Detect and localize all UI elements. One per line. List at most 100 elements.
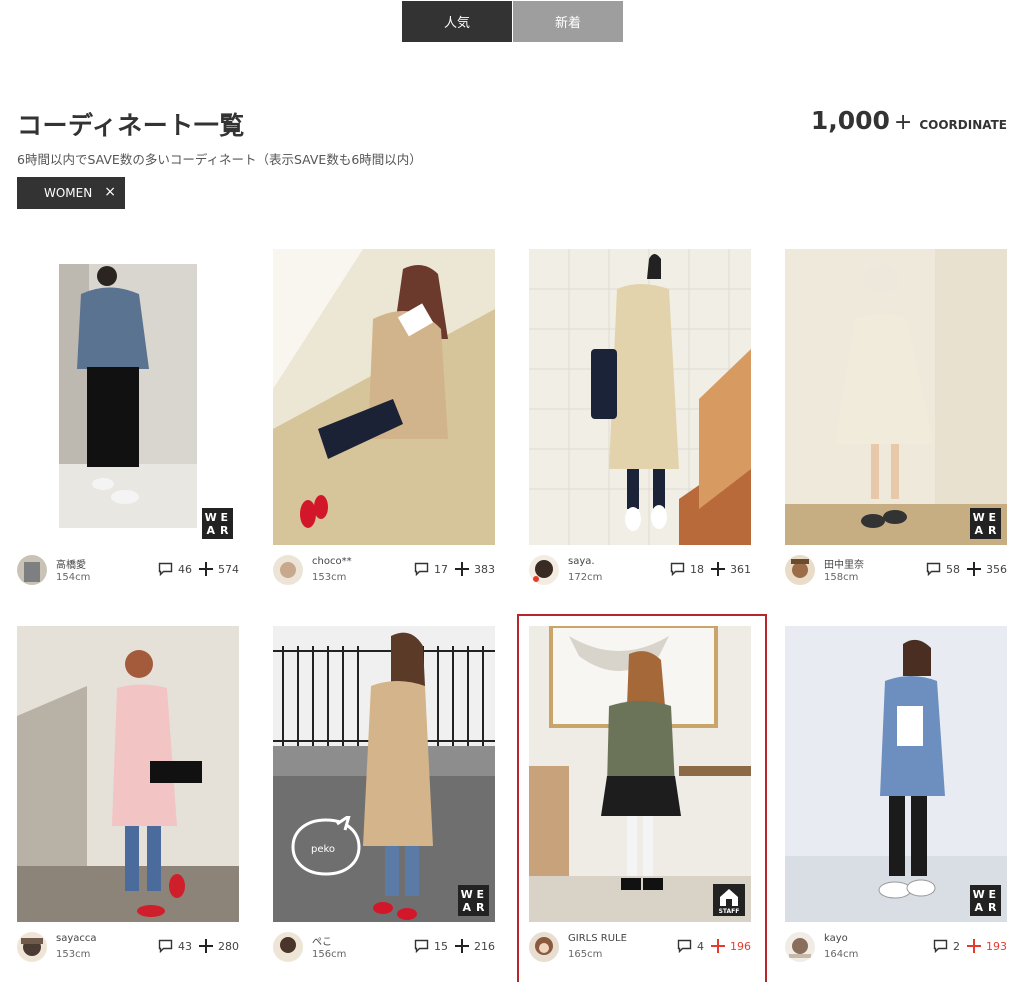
coordinate-card[interactable]: peko WEAR ぺこ 156cm 15 216 bbox=[273, 626, 495, 970]
avatar[interactable] bbox=[17, 932, 47, 962]
save-plus-icon-active[interactable] bbox=[711, 939, 725, 953]
staff-badge: STAFF bbox=[713, 884, 745, 916]
coordinate-card[interactable]: sayacca 153cm 43 280 bbox=[17, 626, 239, 970]
coordinate-photo[interactable]: STAFF bbox=[529, 626, 751, 922]
coordinate-photo[interactable]: WEAR bbox=[785, 626, 1007, 922]
user-height: 154cm bbox=[56, 572, 91, 583]
card-stats: 4 196 bbox=[677, 939, 751, 953]
save-plus-icon[interactable] bbox=[967, 562, 981, 576]
avatar[interactable] bbox=[529, 555, 559, 585]
wear-logo: WEAR bbox=[202, 508, 233, 539]
filter-remove-icon[interactable]: × bbox=[104, 184, 116, 200]
save-count: 383 bbox=[474, 562, 495, 576]
card-meta: saya. 172cm 18 361 bbox=[529, 553, 751, 593]
page-subtitle: 6時間以内でSAVE数の多いコーディネート（表示SAVE数も6時間以内） bbox=[17, 152, 422, 167]
comment-icon[interactable] bbox=[926, 562, 941, 576]
comment-icon[interactable] bbox=[414, 562, 429, 576]
coordinate-photo[interactable] bbox=[529, 249, 751, 545]
wear-logo: WEAR bbox=[970, 508, 1001, 539]
wear-logo: WEAR bbox=[970, 885, 1001, 916]
avatar[interactable] bbox=[785, 555, 815, 585]
comment-count: 46 bbox=[178, 562, 192, 576]
filter-chip-label: WOMEN bbox=[44, 186, 93, 200]
card-stats: 43 280 bbox=[158, 939, 239, 953]
user-height: 153cm bbox=[312, 572, 347, 583]
tab-popular[interactable]: 人気 bbox=[402, 1, 512, 42]
tab-newest[interactable]: 新着 bbox=[513, 1, 623, 42]
user-height: 172cm bbox=[568, 572, 603, 583]
card-stats: 15 216 bbox=[414, 939, 495, 953]
comment-icon[interactable] bbox=[677, 939, 692, 953]
comment-icon[interactable] bbox=[158, 939, 173, 953]
save-plus-icon-active[interactable] bbox=[967, 939, 981, 953]
user-name[interactable]: kayo bbox=[824, 933, 848, 944]
comment-count: 58 bbox=[946, 562, 960, 576]
coordinate-count: 1,000 + COORDINATE bbox=[811, 106, 1007, 135]
sort-tabs: 人気 新着 bbox=[402, 1, 623, 42]
comment-icon[interactable] bbox=[414, 939, 429, 953]
wear-logo: WEAR bbox=[458, 885, 489, 916]
count-value: 1,000 bbox=[810, 106, 890, 135]
comment-count: 2 bbox=[953, 939, 960, 953]
avatar[interactable] bbox=[273, 932, 303, 962]
comment-count: 18 bbox=[690, 562, 704, 576]
user-name[interactable]: ぺこ bbox=[312, 933, 332, 948]
coordinate-photo[interactable] bbox=[17, 626, 239, 922]
card-stats: 18 361 bbox=[670, 562, 751, 576]
avatar[interactable] bbox=[785, 932, 815, 962]
user-name[interactable]: saya. bbox=[568, 556, 595, 567]
save-count: 193 bbox=[986, 939, 1007, 953]
save-plus-icon[interactable] bbox=[455, 562, 469, 576]
user-height: 156cm bbox=[312, 949, 347, 960]
user-height: 153cm bbox=[56, 949, 91, 960]
card-meta: kayo 164cm 2 193 bbox=[785, 930, 1007, 970]
filter-chip-women[interactable]: WOMEN × bbox=[17, 177, 125, 209]
user-name[interactable]: choco** bbox=[312, 556, 352, 567]
save-count: 280 bbox=[218, 939, 239, 953]
coordinate-photo[interactable] bbox=[273, 249, 495, 545]
coordinate-card[interactable]: WEAR 高橋愛 154cm 46 574 bbox=[17, 249, 239, 593]
avatar[interactable] bbox=[17, 555, 47, 585]
coordinate-card[interactable]: WEAR kayo 164cm 2 193 bbox=[785, 626, 1007, 970]
count-label: COORDINATE bbox=[919, 118, 1007, 132]
peko-bubble-icon: peko bbox=[291, 816, 361, 876]
user-height: 158cm bbox=[824, 572, 859, 583]
save-plus-icon[interactable] bbox=[455, 939, 469, 953]
svg-text:STAFF: STAFF bbox=[719, 908, 740, 915]
count-plus: + bbox=[893, 110, 913, 135]
save-plus-icon[interactable] bbox=[199, 562, 213, 576]
comment-icon[interactable] bbox=[158, 562, 173, 576]
card-stats: 58 356 bbox=[926, 562, 1007, 576]
coordinate-card[interactable]: WEAR 田中里奈 158cm 58 356 bbox=[785, 249, 1007, 593]
user-name[interactable]: sayacca bbox=[56, 933, 97, 944]
coordinate-card[interactable]: choco** 153cm 17 383 bbox=[273, 249, 495, 593]
save-plus-icon[interactable] bbox=[199, 939, 213, 953]
card-stats: 17 383 bbox=[414, 562, 495, 576]
avatar[interactable] bbox=[529, 932, 559, 962]
save-plus-icon[interactable] bbox=[711, 562, 725, 576]
avatar[interactable] bbox=[273, 555, 303, 585]
coordinate-card[interactable]: saya. 172cm 18 361 bbox=[529, 249, 751, 593]
card-meta: sayacca 153cm 43 280 bbox=[17, 930, 239, 970]
user-height: 164cm bbox=[824, 949, 859, 960]
coordinate-photo[interactable]: WEAR bbox=[17, 249, 239, 545]
save-count: 196 bbox=[730, 939, 751, 953]
save-count: 361 bbox=[730, 562, 751, 576]
comment-count: 17 bbox=[434, 562, 448, 576]
card-stats: 46 574 bbox=[158, 562, 239, 576]
coordinate-photo[interactable]: peko WEAR bbox=[273, 626, 495, 922]
card-meta: 高橋愛 154cm 46 574 bbox=[17, 553, 239, 593]
comment-count: 4 bbox=[697, 939, 704, 953]
user-name[interactable]: 高橋愛 bbox=[56, 556, 86, 571]
save-count: 216 bbox=[474, 939, 495, 953]
coordinate-photo[interactable]: WEAR bbox=[785, 249, 1007, 545]
comment-count: 43 bbox=[178, 939, 192, 953]
save-count: 356 bbox=[986, 562, 1007, 576]
save-count: 574 bbox=[218, 562, 239, 576]
coordinate-card-highlighted[interactable]: STAFF GIRLS RULE 165cm 4 196 bbox=[517, 614, 767, 982]
user-name[interactable]: GIRLS RULE bbox=[568, 933, 627, 944]
user-name[interactable]: 田中里奈 bbox=[824, 556, 864, 571]
comment-icon[interactable] bbox=[933, 939, 948, 953]
comment-icon[interactable] bbox=[670, 562, 685, 576]
card-meta: GIRLS RULE 165cm 4 196 bbox=[529, 930, 751, 970]
